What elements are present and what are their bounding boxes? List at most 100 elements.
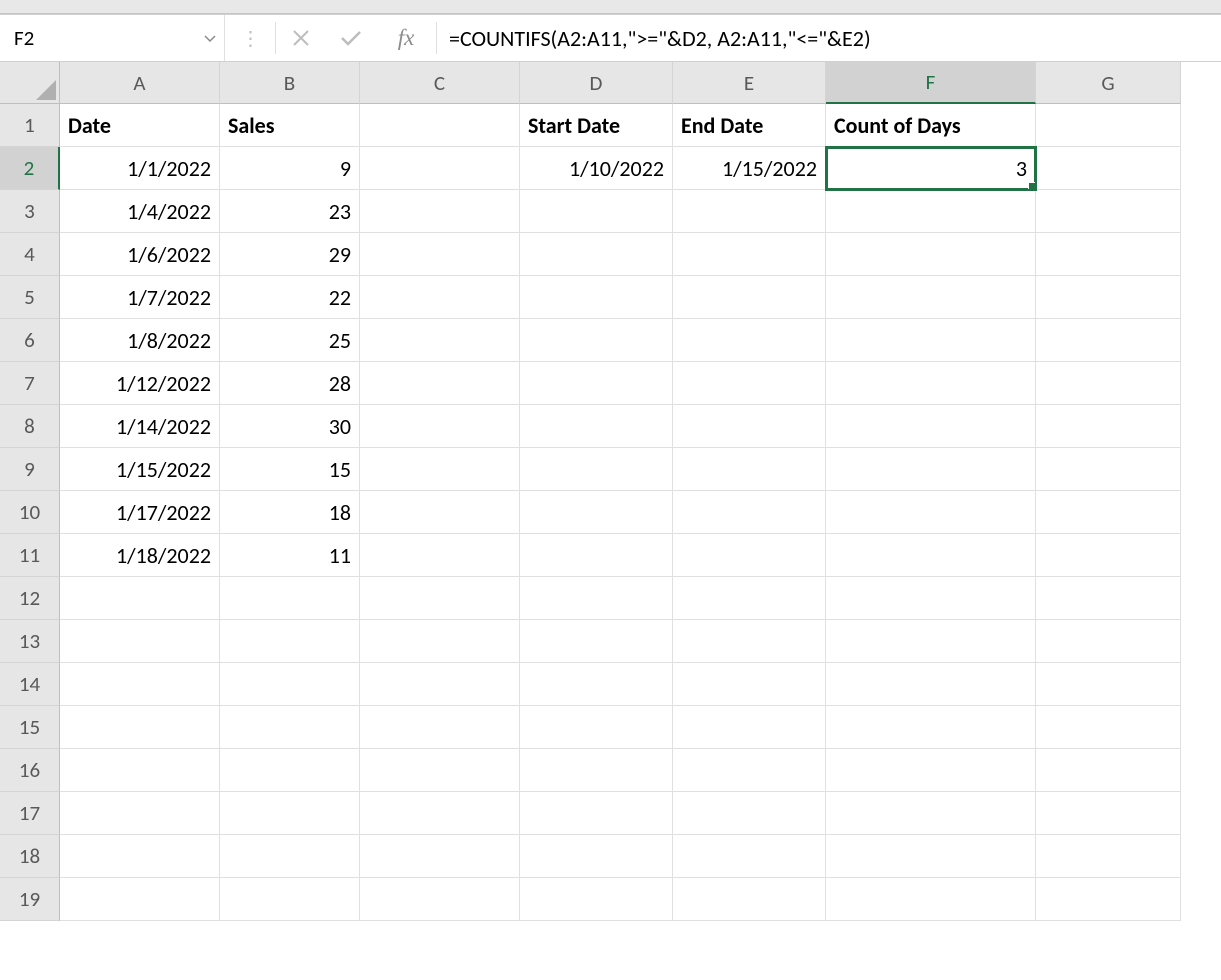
cell-D14[interactable] [520,663,673,706]
cell-E13[interactable] [673,620,826,663]
cell-G6[interactable] [1036,319,1181,362]
cell-G2[interactable] [1036,147,1181,190]
cell-G17[interactable] [1036,792,1181,835]
cell-F5[interactable] [826,276,1036,319]
cell-C17[interactable] [360,792,520,835]
row-header-4[interactable]: 4 [0,233,60,276]
cell-C15[interactable] [360,706,520,749]
column-header-A[interactable]: A [60,62,220,104]
cell-B14[interactable] [220,663,360,706]
column-header-B[interactable]: B [220,62,360,104]
cell-B15[interactable] [220,706,360,749]
chevron-down-icon[interactable] [204,30,216,47]
cell-B7[interactable]: 28 [220,362,360,405]
cell-F17[interactable] [826,792,1036,835]
cell-G15[interactable] [1036,706,1181,749]
cell-C16[interactable] [360,749,520,792]
cell-A16[interactable] [60,749,220,792]
cell-A14[interactable] [60,663,220,706]
cell-C5[interactable] [360,276,520,319]
cell-C10[interactable] [360,491,520,534]
cell-D12[interactable] [520,577,673,620]
cell-B18[interactable] [220,835,360,878]
cell-A12[interactable] [60,577,220,620]
cell-B10[interactable]: 18 [220,491,360,534]
cell-F12[interactable] [826,577,1036,620]
cell-E19[interactable] [673,878,826,921]
row-header-1[interactable]: 1 [0,104,60,147]
cell-D6[interactable] [520,319,673,362]
cell-F8[interactable] [826,405,1036,448]
cell-C14[interactable] [360,663,520,706]
cell-F3[interactable] [826,190,1036,233]
cell-D3[interactable] [520,190,673,233]
cell-A13[interactable] [60,620,220,663]
cell-G7[interactable] [1036,362,1181,405]
row-header-7[interactable]: 7 [0,362,60,405]
cell-E9[interactable] [673,448,826,491]
cell-C12[interactable] [360,577,520,620]
cell-E15[interactable] [673,706,826,749]
row-header-9[interactable]: 9 [0,448,60,491]
cell-B17[interactable] [220,792,360,835]
cell-E18[interactable] [673,835,826,878]
cell-E12[interactable] [673,577,826,620]
column-header-C[interactable]: C [360,62,520,104]
cell-G18[interactable] [1036,835,1181,878]
cell-E3[interactable] [673,190,826,233]
cell-D13[interactable] [520,620,673,663]
cell-E8[interactable] [673,405,826,448]
cell-G5[interactable] [1036,276,1181,319]
cell-F6[interactable] [826,319,1036,362]
cell-A8[interactable]: 1/14/2022 [60,405,220,448]
cell-C8[interactable] [360,405,520,448]
cell-G14[interactable] [1036,663,1181,706]
cell-D16[interactable] [520,749,673,792]
cell-D7[interactable] [520,362,673,405]
cell-D10[interactable] [520,491,673,534]
cell-E1[interactable]: End Date [673,104,826,147]
cell-A9[interactable]: 1/15/2022 [60,448,220,491]
cell-A1[interactable]: Date [60,104,220,147]
cell-A4[interactable]: 1/6/2022 [60,233,220,276]
cell-A7[interactable]: 1/12/2022 [60,362,220,405]
row-header-11[interactable]: 11 [0,534,60,577]
row-header-19[interactable]: 19 [0,878,60,921]
cell-D11[interactable] [520,534,673,577]
cancel-icon[interactable] [276,15,326,61]
cell-C9[interactable] [360,448,520,491]
column-header-E[interactable]: E [673,62,826,104]
cell-E5[interactable] [673,276,826,319]
cell-C7[interactable] [360,362,520,405]
column-header-F[interactable]: F [826,62,1036,104]
row-header-13[interactable]: 13 [0,620,60,663]
cell-A11[interactable]: 1/18/2022 [60,534,220,577]
cell-F19[interactable] [826,878,1036,921]
cell-D18[interactable] [520,835,673,878]
cell-G19[interactable] [1036,878,1181,921]
cell-G3[interactable] [1036,190,1181,233]
cell-D9[interactable] [520,448,673,491]
column-header-G[interactable]: G [1036,62,1181,104]
cell-G4[interactable] [1036,233,1181,276]
cell-F4[interactable] [826,233,1036,276]
cell-A15[interactable] [60,706,220,749]
cell-E16[interactable] [673,749,826,792]
cell-C2[interactable] [360,147,520,190]
row-header-12[interactable]: 12 [0,577,60,620]
cell-D5[interactable] [520,276,673,319]
cell-B2[interactable]: 9 [220,147,360,190]
cell-A19[interactable] [60,878,220,921]
cell-E6[interactable] [673,319,826,362]
cell-G8[interactable] [1036,405,1181,448]
cell-D2[interactable]: 1/10/2022 [520,147,673,190]
row-header-8[interactable]: 8 [0,405,60,448]
row-header-14[interactable]: 14 [0,663,60,706]
enter-icon[interactable] [326,15,376,61]
select-all-corner[interactable] [0,62,60,104]
cell-C11[interactable] [360,534,520,577]
cell-D19[interactable] [520,878,673,921]
cell-D17[interactable] [520,792,673,835]
cell-D1[interactable]: Start Date [520,104,673,147]
cell-F18[interactable] [826,835,1036,878]
